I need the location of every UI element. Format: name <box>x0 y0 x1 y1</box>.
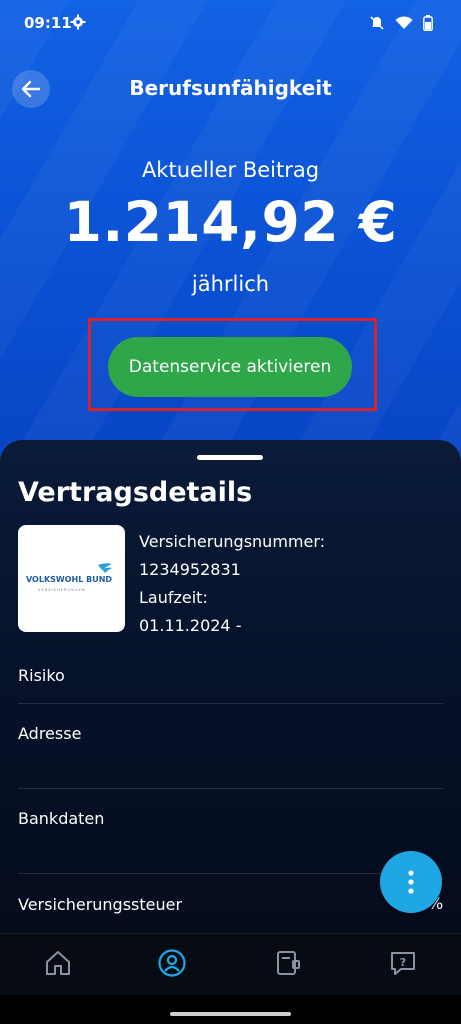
status-bar: 09:11 <box>0 0 461 50</box>
divider <box>18 703 443 704</box>
policy-info: Versicherungsnummer: 1234952831 Laufzeit… <box>139 528 325 640</box>
term-value: 01.11.2024 - <box>139 616 242 635</box>
profile-icon[interactable] <box>157 948 187 978</box>
policy-number: 1234952831 <box>139 560 241 579</box>
bottom-nav: ? <box>0 933 461 996</box>
insurer-logo: VOLKSWOHL BUND VERSICHERUNGEN <box>18 525 125 632</box>
status-icons <box>369 15 433 31</box>
header-area: 09:11 Berufsunfähigkeit Aktueller Beitra… <box>0 0 461 470</box>
divider <box>18 873 443 874</box>
row-adresse[interactable]: Adresse <box>18 724 81 743</box>
section-title: Vertragsdetails <box>18 477 253 508</box>
system-nav-bar <box>0 995 461 1024</box>
volkswohl-bund-logo: VOLKSWOHL BUND VERSICHERUNGEN <box>26 563 112 592</box>
premium-label: Aktueller Beitrag <box>141 158 320 182</box>
row-bankdaten[interactable]: Bankdaten <box>18 809 104 828</box>
drag-handle[interactable] <box>197 455 263 460</box>
logo-text: VOLKSWOHL BUND <box>26 575 112 584</box>
svg-text:?: ? <box>400 956 406 969</box>
home-indicator[interactable] <box>170 1012 291 1016</box>
page-title: Berufsunfähigkeit <box>129 76 332 100</box>
row-risiko[interactable]: Risiko <box>18 666 65 685</box>
more-vertical-icon <box>408 870 414 894</box>
policy-number-label: Versicherungsnummer: <box>139 532 326 551</box>
wifi-icon <box>395 16 413 29</box>
more-options-button[interactable] <box>380 851 442 913</box>
battery-icon <box>423 15 433 31</box>
row-versicherungssteuer[interactable]: Versicherungssteuer <box>18 895 182 914</box>
mute-icon <box>370 16 384 30</box>
divider <box>18 788 443 789</box>
status-time: 09:11 <box>24 14 72 32</box>
help-icon[interactable]: ? <box>388 948 418 978</box>
datenservice-button[interactable]: Datenservice aktivieren <box>108 337 352 397</box>
gear-icon <box>70 14 86 30</box>
logo-subtext: VERSICHERUNGEN <box>38 588 86 592</box>
premium-amount: 1.214,92 € <box>63 190 398 254</box>
term-label: Laufzeit: <box>139 588 208 607</box>
home-icon[interactable] <box>43 948 73 978</box>
premium-period: jährlich <box>191 272 270 296</box>
contracts-icon[interactable] <box>273 948 303 978</box>
